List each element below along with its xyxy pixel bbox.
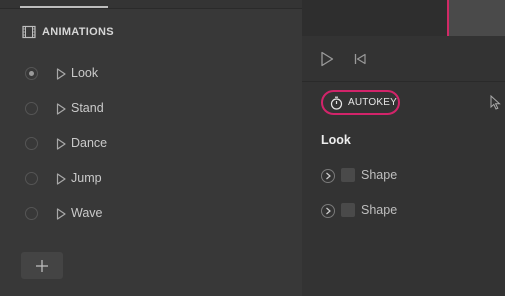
animation-list: Look Stand Dance Jump Wave	[0, 57, 302, 232]
play-icon[interactable]	[56, 68, 66, 80]
animations-header: ANIMATIONS	[22, 24, 114, 40]
autokey-label: AUTOKEY	[348, 97, 398, 108]
radio-button[interactable]	[25, 137, 38, 150]
animation-item-jump[interactable]: Jump	[0, 162, 302, 197]
play-icon[interactable]	[56, 138, 66, 150]
timeline-header-strip	[302, 0, 447, 36]
autokey-button[interactable]: AUTOKEY	[321, 90, 400, 115]
pointer-cursor-icon	[490, 95, 501, 110]
skip-to-start-icon[interactable]	[354, 53, 366, 65]
radio-button[interactable]	[25, 172, 38, 185]
track-row[interactable]: Shape	[321, 168, 501, 186]
animation-label: Wave	[71, 206, 103, 220]
animation-label: Stand	[71, 101, 104, 115]
radio-button[interactable]	[25, 67, 38, 80]
animation-label: Look	[71, 66, 99, 80]
radio-button[interactable]	[25, 207, 38, 220]
animations-panel: ANIMATIONS Look Stand Dance Jump Wave	[0, 0, 302, 296]
animation-item-look[interactable]: Look	[0, 57, 302, 92]
stopwatch-icon	[330, 96, 343, 110]
play-icon[interactable]	[56, 103, 66, 115]
animations-title: ANIMATIONS	[42, 26, 114, 38]
radio-button[interactable]	[25, 102, 38, 115]
shape-icon	[341, 203, 355, 217]
current-animation-title: Look	[321, 133, 351, 147]
play-icon[interactable]	[56, 208, 66, 220]
expand-button[interactable]	[321, 204, 335, 218]
track-row[interactable]: Shape	[321, 203, 501, 221]
transport-bar	[302, 36, 505, 82]
chevron-right-icon	[326, 207, 331, 215]
plus-icon	[36, 260, 48, 272]
film-icon	[22, 25, 36, 39]
expand-button[interactable]	[321, 169, 335, 183]
active-tab-indicator	[20, 6, 108, 8]
animation-item-dance[interactable]: Dance	[0, 127, 302, 162]
animation-label: Dance	[71, 136, 108, 150]
add-animation-button[interactable]	[21, 252, 63, 279]
play-icon[interactable]	[320, 51, 334, 67]
track-label: Shape	[361, 168, 398, 182]
shape-icon	[341, 168, 355, 182]
timeline-playhead-region[interactable]	[447, 0, 505, 36]
track-label: Shape	[361, 203, 398, 217]
play-icon[interactable]	[56, 173, 66, 185]
animation-item-wave[interactable]: Wave	[0, 197, 302, 232]
chevron-right-icon	[326, 172, 331, 180]
animation-label: Jump	[71, 171, 102, 185]
animation-item-stand[interactable]: Stand	[0, 92, 302, 127]
